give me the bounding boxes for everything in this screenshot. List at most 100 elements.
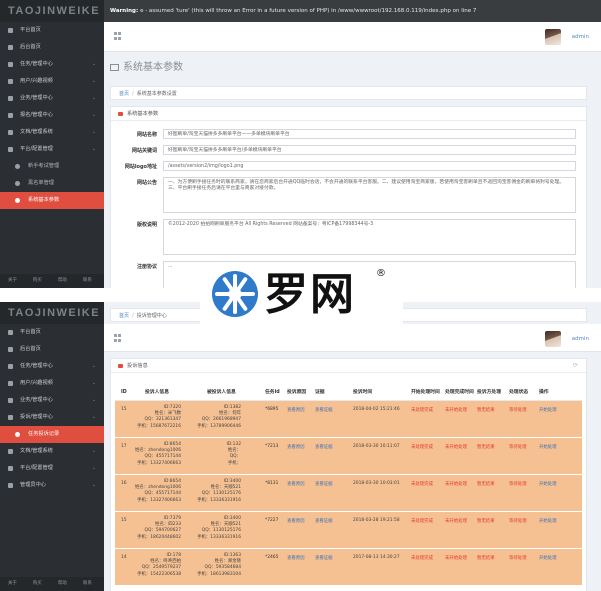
form-label: 网站logo地址 bbox=[124, 164, 157, 170]
footer-link[interactable]: 帮助 bbox=[50, 577, 75, 591]
view-proof-link[interactable]: 查看证据 bbox=[315, 407, 333, 413]
task-id: *6895 bbox=[265, 407, 279, 412]
footer-link[interactable]: 联系 bbox=[75, 274, 100, 288]
view-reason-link[interactable]: 查看原因 bbox=[287, 555, 305, 561]
form-field[interactable]: 好图刷单/淘宝天猫拼多多刷单平台——多单模块刷单平台 bbox=[163, 129, 576, 139]
view-reason-link[interactable]: 查看原因 bbox=[287, 518, 305, 524]
form-label: 注册协议 bbox=[136, 264, 157, 270]
sidebar-item-label: 业务/管理中心 bbox=[20, 397, 53, 403]
info-line: 手机： bbox=[227, 460, 241, 466]
menu-grid-icon[interactable] bbox=[114, 32, 122, 40]
menu-item-icon bbox=[8, 364, 13, 369]
view-proof-link[interactable]: 查看证据 bbox=[315, 481, 333, 487]
row-id: 15 bbox=[121, 407, 127, 412]
avatar[interactable] bbox=[545, 29, 561, 45]
footer-link[interactable]: 购买 bbox=[25, 274, 50, 288]
side-result: 暂无结果 bbox=[477, 445, 495, 450]
chevron-down-icon: ⌄ bbox=[91, 363, 96, 369]
refresh-icon[interactable]: ⟳ bbox=[573, 359, 578, 373]
sidebar-item[interactable]: 系统基本参数 bbox=[0, 192, 104, 209]
footer-link[interactable]: 购买 bbox=[25, 577, 50, 591]
view-proof-link[interactable]: 查看证据 bbox=[315, 444, 333, 450]
complainant-info: ID:7379 姓名：四233 QQ：594700627 手机：18620448602 bbox=[133, 516, 181, 541]
username-link[interactable]: admin bbox=[572, 336, 589, 342]
info-line: 手机：13336331916 bbox=[197, 534, 241, 540]
watermark-logo: 罗网 ® bbox=[200, 262, 403, 328]
form-field[interactable]: 好图刷单/淘宝天猫拼多多刷单平台/多单模块刷单平台 bbox=[163, 145, 576, 155]
box-title-icon bbox=[118, 112, 123, 116]
sidebar: TAOJINWEIKE 平台首页 后台首页 任务/管理中心 ⌄ 用户/兴趣视频 ⌄ 业务/管… bbox=[0, 302, 104, 591]
sidebar-item[interactable]: 管理员中心 ⌄ bbox=[0, 477, 104, 494]
side-result: 暂无结果 bbox=[477, 556, 495, 561]
sidebar-item[interactable]: 新手考试管理 bbox=[0, 158, 104, 175]
chevron-down-icon: ⌄ bbox=[91, 465, 96, 471]
view-reason-link[interactable]: 查看原因 bbox=[287, 407, 305, 413]
table-row: 15 ID:7320 姓名：米飞数 QQ：321361347 手机：1568767221… bbox=[115, 401, 582, 438]
view-proof-link[interactable]: 查看证据 bbox=[315, 518, 333, 524]
menu-grid-icon[interactable] bbox=[114, 334, 122, 342]
sidebar-item-label: 任务投诉记录 bbox=[28, 431, 60, 437]
sidebar-item[interactable]: 用户/兴趣视频 ⌄ bbox=[0, 73, 104, 90]
view-reason-link[interactable]: 查看原因 bbox=[287, 481, 305, 487]
footer-link[interactable]: 关于 bbox=[0, 274, 25, 288]
breadcrumb-home[interactable]: 首页 bbox=[119, 91, 129, 97]
view-proof-link[interactable]: 查看证据 bbox=[315, 555, 333, 561]
complaint-box: 投诉信息 ⟳ ID 投诉人信息 被投诉人信息 任务id 投诉原因 证据 投诉时间 开始处理时间处… bbox=[110, 358, 587, 591]
sidebar-item[interactable]: 后台首页 bbox=[0, 341, 104, 358]
form-field[interactable]: /assets/version2/img/logo1.png bbox=[163, 161, 576, 171]
sidebar-item[interactable]: 任务/管理中心 ⌄ bbox=[0, 56, 104, 73]
sidebar-item[interactable]: 业务/管理中心 ⌄ bbox=[0, 392, 104, 409]
column-header: 被投诉人信息 bbox=[207, 390, 236, 395]
sidebar-item[interactable]: 业务/管理中心 ⌄ bbox=[0, 90, 104, 107]
sidebar-item[interactable]: 投诉/管理中心 ⌄ bbox=[0, 409, 104, 426]
watermark-text: 罗网 bbox=[264, 269, 356, 320]
sidebar: TAOJINWEIKE 平台首页 后台首页 任务/管理中心 ⌄ 用户/兴趣视频 ⌄ 业务/管… bbox=[0, 0, 104, 288]
sidebar-item[interactable]: 报名/管理中心 ⌄ bbox=[0, 107, 104, 124]
respondent-info: ID:3400 姓名：天顺521 QQ：1130125176 手机：133363319… bbox=[193, 516, 241, 541]
start-handle-button[interactable]: 开始处理 bbox=[539, 407, 557, 413]
sidebar-item[interactable]: 平台/配置管理 ⌄ bbox=[0, 460, 104, 477]
sidebar-item[interactable]: 文档/管理系统 ⌄ bbox=[0, 443, 104, 460]
sidebar-item[interactable]: 平台/配置管理 ⌄ bbox=[0, 141, 104, 158]
sidebar-item[interactable]: 任务投诉记录 bbox=[0, 426, 104, 443]
sidebar-item[interactable]: 后台首页 bbox=[0, 39, 104, 56]
row-id: 15 bbox=[121, 518, 127, 523]
sidebar-item[interactable]: 用户/兴趣视频 ⌄ bbox=[0, 375, 104, 392]
sidebar-item[interactable]: 任务/管理中心 ⌄ bbox=[0, 358, 104, 375]
column-header: 处理状态 bbox=[509, 390, 529, 395]
row-id: 14 bbox=[121, 555, 127, 560]
form-field[interactable]: ©2012-2020 拍拍网刷单服务平台 All Rights Reserved… bbox=[163, 219, 576, 255]
start-handle-button[interactable]: 开始处理 bbox=[539, 555, 557, 561]
top-header: admin bbox=[104, 22, 601, 52]
form-field[interactable]: 一、为方便刷手接任务时的联系商家，请在您商家后台开通QQ临时会话，不会开通的联系… bbox=[163, 177, 576, 213]
footer-link[interactable]: 关于 bbox=[0, 577, 25, 591]
finish-status: 未开始处理 bbox=[445, 445, 467, 450]
menu-item-icon bbox=[8, 381, 13, 386]
avatar[interactable] bbox=[545, 331, 561, 347]
username-link[interactable]: admin bbox=[572, 34, 589, 40]
sidebar-item[interactable]: 平台首页 bbox=[0, 22, 104, 39]
form-label: 版权说明 bbox=[136, 222, 157, 228]
complainant-info: ID:8654 姓名：zhendong1006 QQ：455717144 手机：133… bbox=[133, 479, 181, 504]
column-header: 投诉方处理 bbox=[477, 390, 501, 395]
menu-item-icon bbox=[8, 449, 13, 454]
chevron-down-icon: ⌄ bbox=[91, 146, 96, 152]
menu-item-icon bbox=[8, 130, 13, 135]
start-status: 未处理完成 bbox=[411, 482, 433, 487]
start-handle-button[interactable]: 开始处理 bbox=[539, 518, 557, 524]
view-reason-link[interactable]: 查看原因 bbox=[287, 444, 305, 450]
brand-logo: TAOJINWEIKE bbox=[0, 0, 104, 22]
start-handle-button[interactable]: 开始处理 bbox=[539, 444, 557, 450]
sidebar-item[interactable]: 黑名单管理 bbox=[0, 175, 104, 192]
sidebar-item-label: 任务/管理中心 bbox=[20, 61, 53, 67]
params-box: 系统基本参数 网站名称 好图刷单/淘宝天猫拼多多刷单平台——多单模块刷单平台 网站关… bbox=[110, 106, 587, 288]
footer-link[interactable]: 联系 bbox=[75, 577, 100, 591]
sidebar-item[interactable]: 文档/管理系统 ⌄ bbox=[0, 124, 104, 141]
start-handle-button[interactable]: 开始处理 bbox=[539, 481, 557, 487]
sidebar-item[interactable]: 平台首页 bbox=[0, 324, 104, 341]
column-header: 投诉人信息 bbox=[145, 390, 169, 395]
breadcrumb-current: 投诉管理中心 bbox=[136, 313, 167, 319]
breadcrumb-home[interactable]: 首页 bbox=[119, 313, 129, 319]
form-row: 网站logo地址/assets/version2/img/logo1.png bbox=[121, 161, 576, 171]
footer-link[interactable]: 帮助 bbox=[50, 274, 75, 288]
